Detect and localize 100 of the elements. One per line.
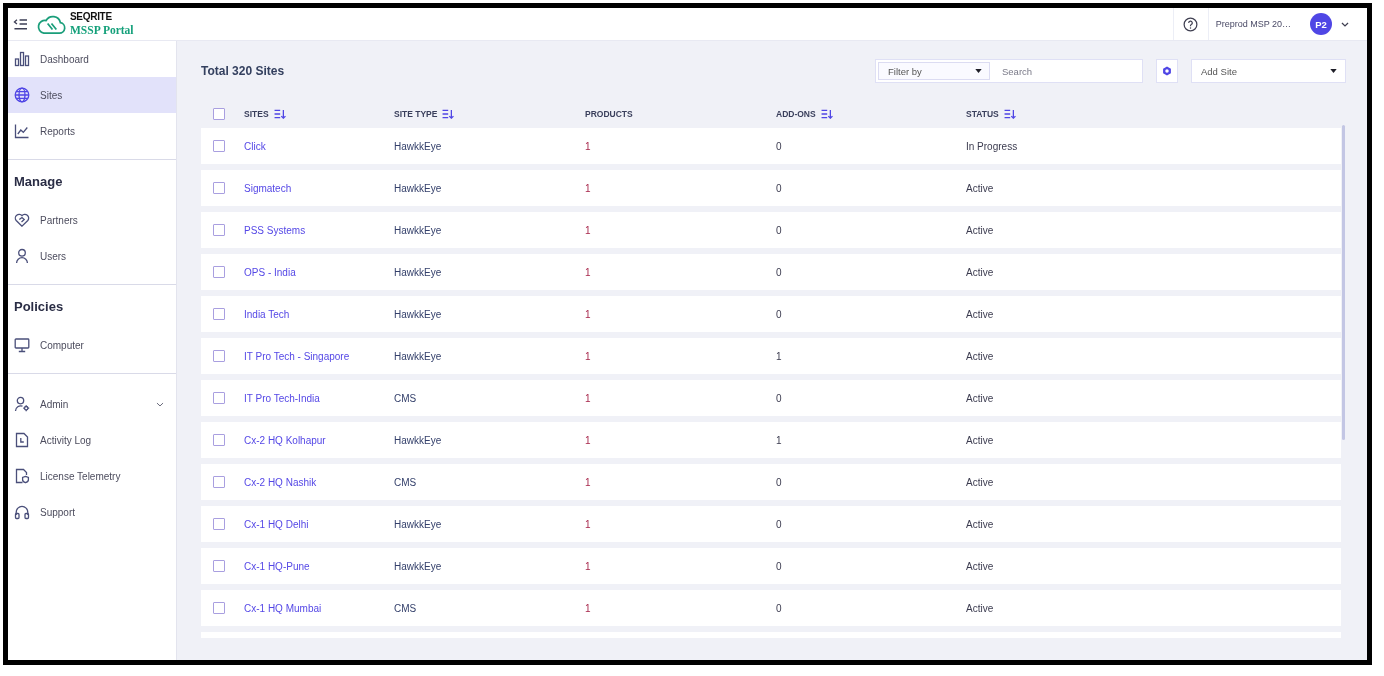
table-cell: 0 — [776, 518, 782, 530]
row-checkbox[interactable] — [213, 560, 225, 572]
collapse-menu-icon[interactable] — [13, 17, 28, 31]
filter-select[interactable]: Filter by — [878, 62, 990, 80]
table-cell: 1 — [585, 182, 591, 194]
table-cell: Active — [966, 224, 994, 236]
chevron-down-icon[interactable] — [1341, 21, 1349, 27]
table-cell: HawkkEye — [394, 224, 442, 236]
sidebar-item[interactable]: Partners — [8, 202, 176, 238]
table-cell: 1 — [585, 266, 591, 278]
sidebar-item[interactable]: Reports — [8, 113, 176, 149]
help-icon[interactable] — [1183, 16, 1199, 32]
portal-title: MSSP Portal — [70, 24, 134, 37]
user-avatar[interactable]: P2 — [1310, 13, 1332, 35]
table-cell: Active — [966, 476, 994, 488]
row-checkbox[interactable] — [213, 602, 225, 614]
row-checkbox[interactable] — [213, 476, 225, 488]
table-cell: HawkkEye — [394, 308, 442, 320]
settings-button[interactable] — [1156, 59, 1178, 83]
table-cell: 1 — [585, 308, 591, 320]
sort-icon[interactable] — [820, 109, 833, 119]
row-checkbox[interactable] — [213, 350, 225, 362]
table-cell: 1 — [585, 434, 591, 446]
table-cell: Active — [966, 308, 994, 320]
table-cell: Active — [966, 560, 994, 572]
sort-icon[interactable] — [273, 109, 286, 119]
row-checkbox[interactable] — [213, 224, 225, 236]
column-header[interactable]: STATUS — [966, 109, 1016, 119]
heart-icon — [14, 212, 30, 228]
table-cell: 1 — [585, 224, 591, 236]
search-bar[interactable]: Filter by Search — [875, 59, 1143, 83]
site-link[interactable]: Sigmatech — [244, 182, 292, 194]
table-cell: 0 — [776, 476, 782, 488]
table-cell: Active — [966, 602, 994, 614]
site-link[interactable]: Click — [244, 140, 266, 152]
site-link[interactable]: Cx-1 HQ-Pune — [244, 560, 310, 572]
row-checkbox[interactable] — [213, 140, 225, 152]
row-checkbox[interactable] — [213, 434, 225, 446]
search-field[interactable]: Search — [990, 62, 1140, 80]
table-cell: Active — [966, 350, 994, 362]
chevron-icon[interactable] — [156, 401, 164, 407]
sidebar-item[interactable]: Sites — [8, 77, 176, 113]
sidebar-item[interactable]: License Telemetry — [8, 458, 176, 494]
sidebar-item[interactable]: Admin — [8, 386, 176, 422]
row-checkbox[interactable] — [213, 518, 225, 530]
section-heading: Manage — [14, 173, 63, 189]
column-header[interactable]: ADD-ONS — [776, 109, 833, 119]
table-cell: 1 — [585, 392, 591, 404]
table-cell: Active — [966, 518, 994, 530]
select-all-checkbox[interactable] — [213, 108, 225, 120]
table-cell: HawkkEye — [394, 434, 442, 446]
sidebar-item[interactable]: Support — [8, 494, 176, 530]
table-cell: HawkkEye — [394, 518, 442, 530]
add-site-select[interactable]: Add Site — [1191, 59, 1346, 83]
table-cell: 0 — [776, 392, 782, 404]
site-link[interactable]: Cx-1 HQ Mumbai — [244, 602, 322, 614]
site-link[interactable]: IT Pro Tech-India — [244, 392, 320, 404]
table-cell: 0 — [776, 140, 782, 152]
site-link[interactable]: PSS Systems — [244, 224, 306, 236]
site-link[interactable]: Cx-2 HQ Kolhapur — [244, 434, 326, 446]
table-cell: 1 — [585, 560, 591, 572]
table-cell: 1 — [776, 434, 782, 446]
sort-icon[interactable] — [442, 109, 455, 119]
table-cell: HawkkEye — [394, 140, 442, 152]
table-cell: 1 — [585, 518, 591, 530]
row-checkbox[interactable] — [213, 182, 225, 194]
sidebar-item[interactable]: Users — [8, 238, 176, 274]
document-icon — [14, 432, 30, 448]
row-checkbox[interactable] — [213, 308, 225, 320]
table-cell: 1 — [585, 350, 591, 362]
table-cell: 1 — [585, 602, 591, 614]
table-cell: 1 — [585, 140, 591, 152]
table-cell: CMS — [394, 602, 417, 614]
scrollbar-thumb[interactable] — [1342, 125, 1345, 440]
sort-icon[interactable] — [1003, 109, 1016, 119]
site-link[interactable]: IT Pro Tech - Singapore — [244, 350, 350, 362]
sidebar-item[interactable]: Dashboard — [8, 41, 176, 77]
page-title: Total 320 Sites — [201, 64, 285, 78]
settings-icon — [1162, 66, 1172, 76]
table-cell: HawkkEye — [394, 266, 442, 278]
sidebar-item[interactable]: Computer — [8, 327, 176, 363]
site-link[interactable]: Cx-2 HQ Nashik — [244, 476, 317, 488]
site-link[interactable]: Cx-1 HQ Delhi — [244, 518, 309, 530]
site-link[interactable]: India Tech — [244, 308, 290, 320]
row-checkbox[interactable] — [213, 266, 225, 278]
line-chart-icon — [14, 123, 30, 139]
account-name[interactable]: Preprod MSP 20… — [1215, 19, 1291, 29]
column-header[interactable]: PRODUCTS — [585, 109, 633, 119]
table-cell: CMS — [394, 392, 417, 404]
table-cell: 0 — [776, 266, 782, 278]
table-cell: Active — [966, 266, 994, 278]
sidebar-item[interactable]: Activity Log — [8, 422, 176, 458]
row-checkbox[interactable] — [213, 392, 225, 404]
bar-chart-icon — [14, 51, 30, 67]
column-header[interactable]: SITES — [244, 109, 286, 119]
column-header[interactable]: SITE TYPE — [394, 109, 455, 119]
site-link[interactable]: OPS - India — [244, 266, 296, 278]
document-shield-icon — [14, 468, 30, 484]
table-cell: HawkkEye — [394, 182, 442, 194]
table-cell: 0 — [776, 602, 782, 614]
